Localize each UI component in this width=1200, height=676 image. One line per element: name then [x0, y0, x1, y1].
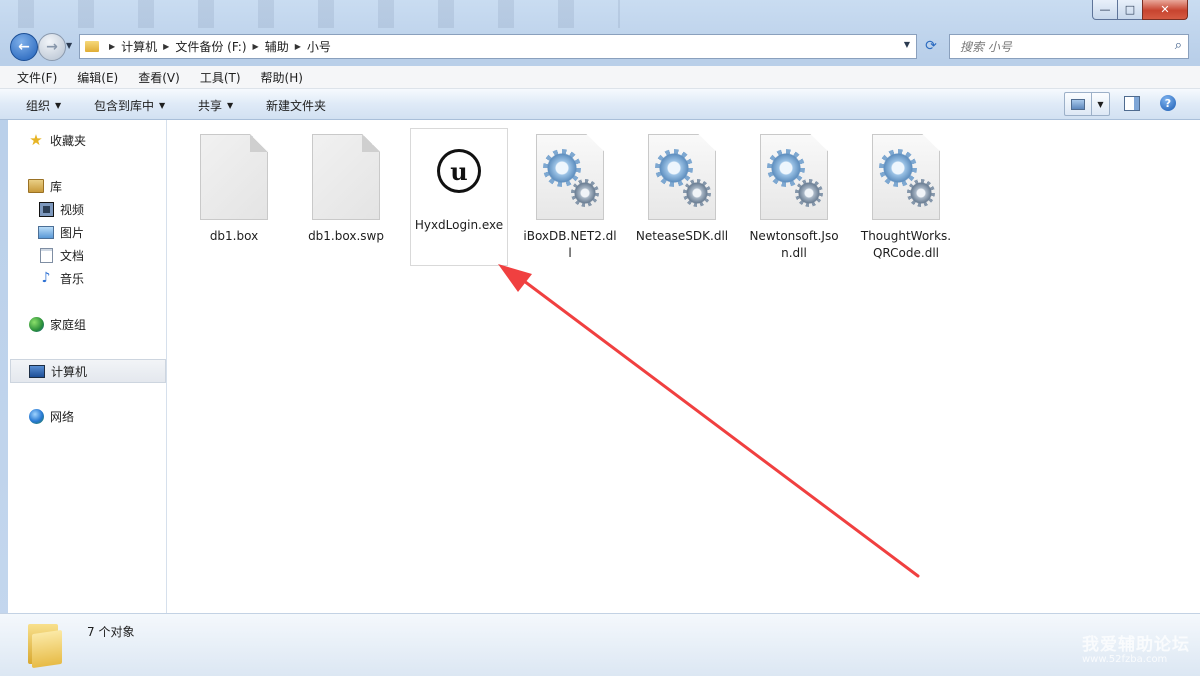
- item-count: 7 个对象: [87, 625, 135, 639]
- watermark-url: www.52fzba.com: [1082, 654, 1168, 665]
- watermark-title: 我爱辅助论坛: [1082, 635, 1190, 655]
- folder-icon: [28, 622, 62, 669]
- annotation-arrow: [498, 264, 920, 578]
- status-bar: 7 个对象 我爱辅助论坛 www.52fzba.com: [0, 613, 1200, 676]
- explorer-window: — □ ✕ ← → ▼ ▶ 计算机 ▶ 文件备份 (F:) ▶ 辅助 ▶ 小号 …: [0, 0, 1200, 676]
